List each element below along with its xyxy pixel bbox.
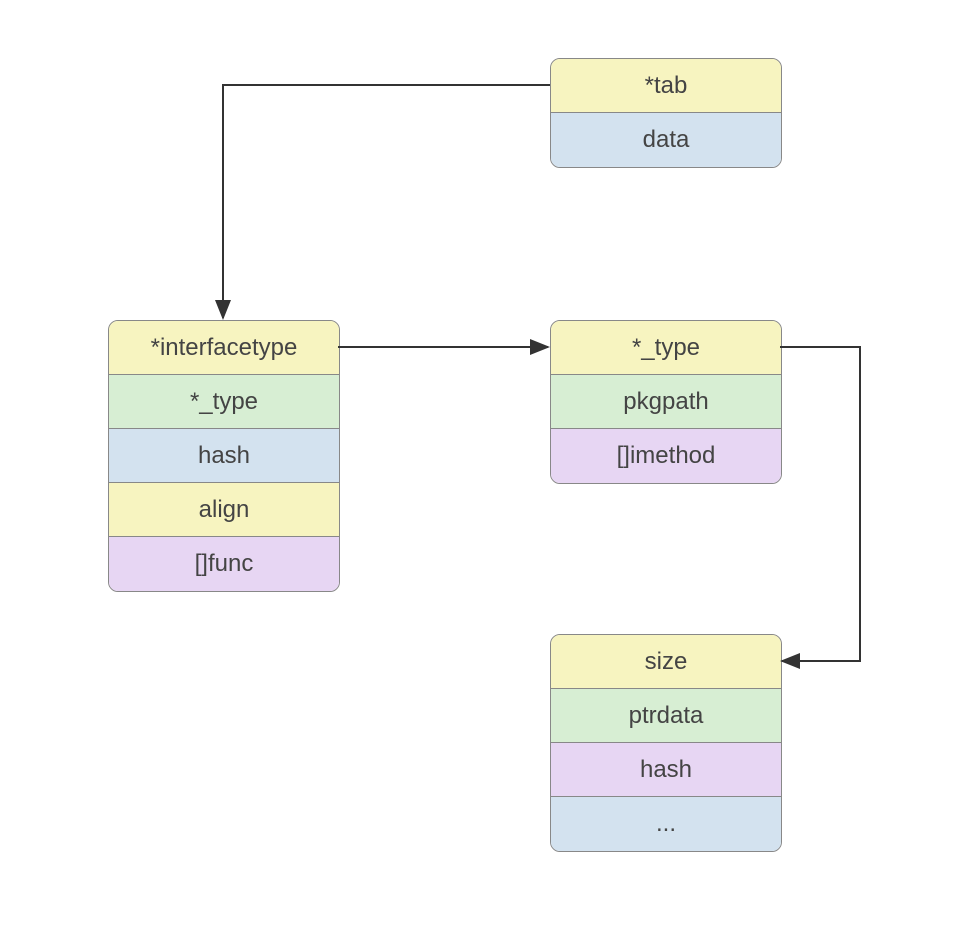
field-itab-func: []func <box>109 537 339 591</box>
box-rtype: size ptrdata hash ... <box>550 634 782 852</box>
arrow-type-to-rtype <box>780 347 860 661</box>
diagram-canvas: *tab data *interfacetype *_type hash ali… <box>0 0 978 940</box>
arrow-tab-to-itab <box>223 85 550 318</box>
field-itab-type: *_type <box>109 375 339 429</box>
field-itab-hash: hash <box>109 429 339 483</box>
box-interfacetype: *_type pkgpath []imethod <box>550 320 782 484</box>
box-iface: *tab data <box>550 58 782 168</box>
field-rtype-size: size <box>551 635 781 689</box>
field-iface-tab: *tab <box>551 59 781 113</box>
field-iface-data: data <box>551 113 781 167</box>
field-interfacetype-type: *_type <box>551 321 781 375</box>
box-itab: *interfacetype *_type hash align []func <box>108 320 340 592</box>
field-rtype-hash: hash <box>551 743 781 797</box>
field-rtype-more: ... <box>551 797 781 851</box>
field-interfacetype-pkgpath: pkgpath <box>551 375 781 429</box>
field-itab-align: align <box>109 483 339 537</box>
field-itab-interfacetype: *interfacetype <box>109 321 339 375</box>
field-interfacetype-imethod: []imethod <box>551 429 781 483</box>
field-rtype-ptrdata: ptrdata <box>551 689 781 743</box>
